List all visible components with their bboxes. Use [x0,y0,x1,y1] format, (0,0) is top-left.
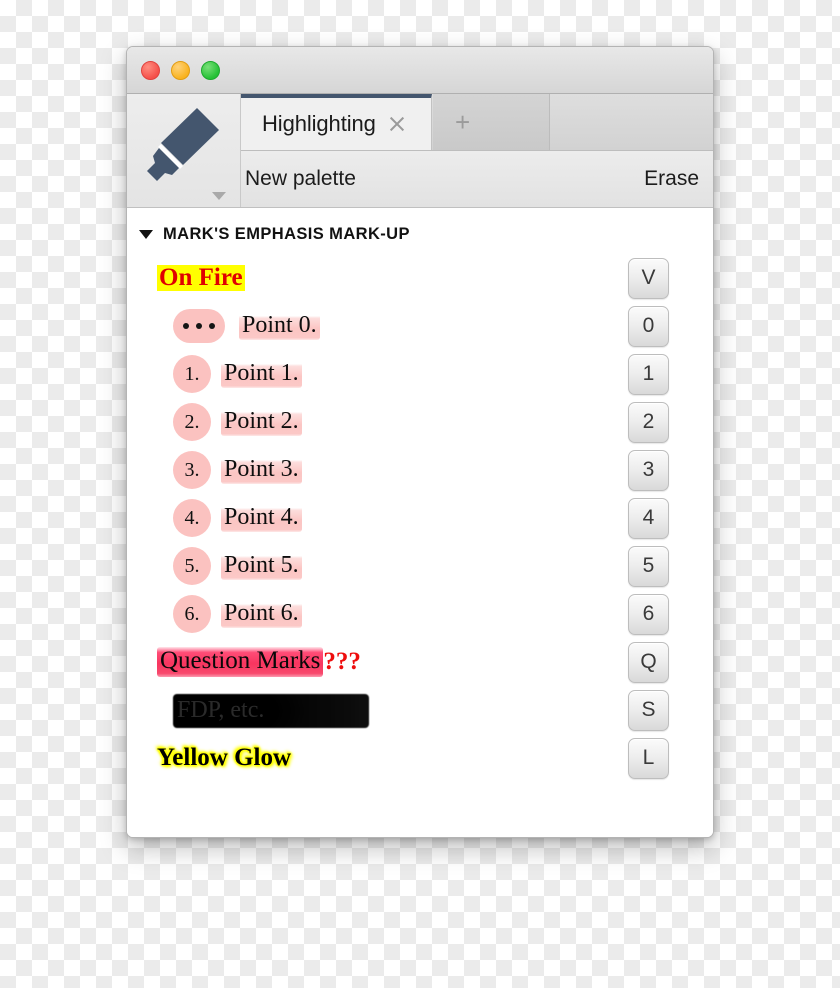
style-sample: Question Marks??? [157,647,361,677]
redacted-sample: FDP, etc. [173,693,369,728]
chevron-down-icon[interactable] [212,192,226,200]
erase-button[interactable]: Erase [644,167,699,191]
style-label: Point 3. [221,456,302,484]
style-label: Point 0. [239,312,320,340]
style-sample: 3. Point 3. [173,451,302,489]
new-palette-button[interactable]: New palette [245,167,356,191]
minimize-window-button[interactable] [171,61,190,80]
style-sample: Yellow Glow [157,744,291,772]
palette-content: MARK'S EMPHASIS MARK-UP On Fire V Point … [127,208,713,837]
style-label: FDP, etc. [177,696,265,723]
shortcut-key[interactable]: 4 [628,497,669,539]
close-icon[interactable] [386,113,408,135]
style-label: Point 1. [221,360,302,388]
list-item[interactable]: 1. Point 1. 1 [127,350,713,398]
list-item[interactable]: FDP, etc. S [127,686,713,734]
tab-label: Highlighting [262,111,376,136]
shortcut-key[interactable]: V [628,257,669,299]
section-header[interactable]: MARK'S EMPHASIS MARK-UP [139,220,713,248]
tab-strip: Highlighting + [127,94,713,207]
style-list: On Fire V Point 0. 0 1. Point 1. 1 2. Po… [127,254,713,782]
list-item[interactable]: 4. Point 4. 4 [127,494,713,542]
app-window: Highlighting + New palette Erase MARK'S … [126,46,714,838]
list-item[interactable]: On Fire V [127,254,713,302]
style-label: Point 6. [221,600,302,628]
list-item[interactable]: Yellow Glow L [127,734,713,782]
style-label: Point 5. [221,552,302,580]
list-item[interactable]: 5. Point 5. 5 [127,542,713,590]
style-sample: FDP, etc. [173,693,369,728]
list-item[interactable]: 3. Point 3. 3 [127,446,713,494]
maximize-window-button[interactable] [201,61,220,80]
traffic-light-group [141,61,220,80]
style-label: Question Marks [157,647,324,677]
highlighter-marker-icon [139,102,225,193]
list-item[interactable]: Question Marks??? Q [127,638,713,686]
style-sample: 1. Point 1. [173,355,302,393]
number-badge: 4. [173,499,211,537]
number-badge: 1. [173,355,211,393]
style-label: On Fire [157,263,245,292]
tool-selector-pane[interactable] [127,94,241,207]
style-sample: 5. Point 5. [173,547,302,585]
style-sample: 2. Point 2. [173,403,302,441]
new-tab-button[interactable]: + [433,94,550,150]
shortcut-key[interactable]: 3 [628,449,669,491]
section-title: MARK'S EMPHASIS MARK-UP [163,224,410,243]
shortcut-key[interactable]: 2 [628,401,669,443]
list-item[interactable]: 6. Point 6. 6 [127,590,713,638]
style-label: Yellow Glow [157,744,292,771]
number-badge: 5. [173,547,211,585]
tab-highlighting[interactable]: Highlighting [240,94,432,150]
plus-icon: + [455,107,471,137]
shortcut-key[interactable]: L [628,737,669,779]
number-badge: 3. [173,451,211,489]
number-badge: 6. [173,595,211,633]
window-titlebar [127,47,713,94]
shortcut-key[interactable]: 6 [628,593,669,635]
list-item[interactable]: 2. Point 2. 2 [127,398,713,446]
style-label: Point 4. [221,504,302,532]
style-sample: 6. Point 6. [173,595,302,633]
disclosure-triangle-icon[interactable] [139,229,153,239]
shortcut-key[interactable]: 5 [628,545,669,587]
style-sample: 4. Point 4. [173,499,302,537]
style-label: Point 2. [221,408,302,436]
shortcut-key[interactable]: 1 [628,353,669,395]
question-marks-suffix: ??? [323,648,361,675]
close-window-button[interactable] [141,61,160,80]
number-badge: 2. [173,403,211,441]
shortcut-key[interactable]: 0 [628,305,669,347]
bullet-dots-icon [173,309,225,343]
style-sample: Point 0. [173,309,320,343]
shortcut-key[interactable]: Q [628,641,669,683]
list-item[interactable]: Point 0. 0 [127,302,713,350]
style-sample: On Fire [157,263,245,292]
shortcut-key[interactable]: S [628,689,669,731]
